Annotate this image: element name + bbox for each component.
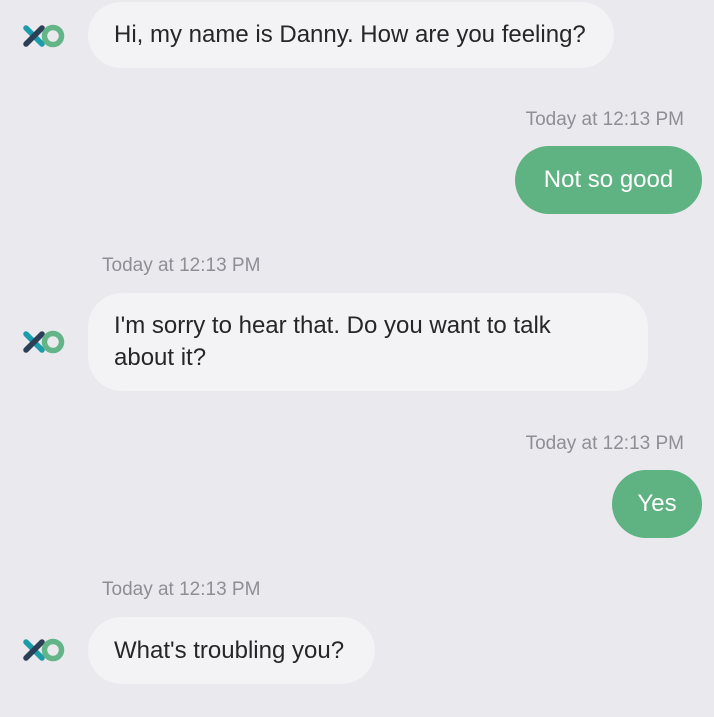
message-timestamp: Today at 12:13 PM [102,255,261,276]
user-message-bubble: Not so good [515,146,702,214]
xo-logo-icon [23,330,65,354]
message-text: Hi, my name is Danny. How are you feelin… [114,21,586,48]
bot-message-bubble: What's troubling you? [88,617,375,684]
bot-message-bubble: Hi, my name is Danny. How are you feelin… [88,2,614,68]
message-text: I'm sorry to hear that. Do you want to t… [114,312,551,371]
message-timestamp: Today at 12:13 PM [102,579,261,600]
bot-avatar-icon [22,328,66,356]
message-text: Yes [637,490,677,517]
user-message-bubble: Yes [612,470,702,538]
message-timestamp: Today at 12:13 PM [525,109,684,130]
xo-logo-icon [23,24,65,48]
message-timestamp: Today at 12:13 PM [525,433,684,454]
message-text: What's troubling you? [114,636,345,664]
xo-logo-icon [23,638,65,662]
bot-avatar-icon [22,636,66,664]
bot-avatar-icon [22,22,66,50]
message-text: Not so good [543,166,674,193]
bot-message-bubble: I'm sorry to hear that. Do you want to t… [88,293,648,391]
